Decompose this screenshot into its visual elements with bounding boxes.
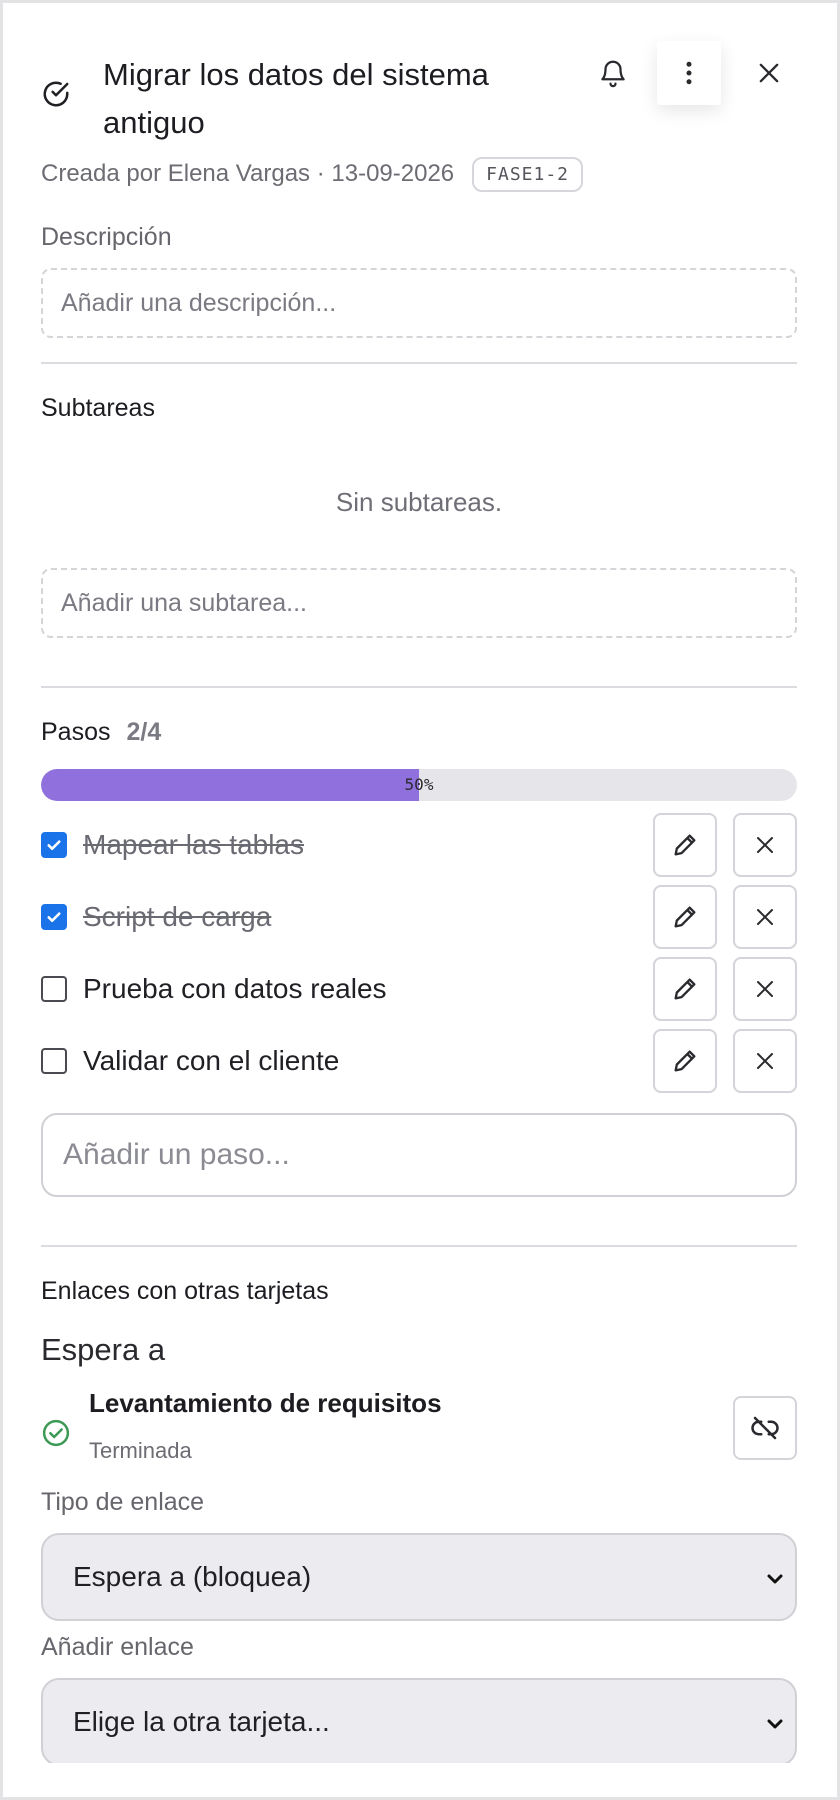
card-title[interactable]: Migrar los datos del sistema antiguo: [103, 51, 523, 147]
close-button[interactable]: [737, 41, 797, 105]
edit-step-button[interactable]: [653, 813, 717, 877]
step-checkbox[interactable]: [41, 976, 67, 1002]
step-checkbox[interactable]: [41, 904, 67, 930]
link-type-label: Tipo de enlace: [41, 1488, 205, 1516]
notifications-button[interactable]: [581, 41, 645, 105]
subtasks-empty-message: Sin subtareas.: [335, 487, 503, 517]
check-circle-icon[interactable]: [41, 79, 71, 109]
check-circle-icon: [42, 1419, 70, 1447]
link-group-title: Espera a: [41, 1332, 166, 1367]
delete-step-button[interactable]: [733, 1029, 797, 1093]
created-by-text: Creada por Elena Vargas · 13-09-2026: [41, 160, 455, 187]
subtasks-title: Subtareas: [41, 394, 155, 422]
step-label: Mapear las tablas: [83, 829, 305, 860]
step-row: Prueba con datos reales: [41, 953, 797, 1025]
step-checkbox[interactable]: [41, 832, 67, 858]
link-type-select[interactable]: Espera a (bloquea): [41, 1533, 797, 1621]
chevron-down-icon: [767, 1574, 783, 1584]
progress-label: 50%: [404, 775, 434, 794]
checkmark-icon: [47, 912, 61, 923]
add-subtask-placeholder: Añadir una subtarea...: [61, 588, 307, 617]
add-step-placeholder: Añadir un paso...: [63, 1138, 290, 1171]
steps-header: Pasos 2/4: [41, 718, 797, 747]
description-field[interactable]: Añadir una descripción...: [41, 268, 797, 338]
delete-step-button[interactable]: [733, 957, 797, 1021]
delete-step-button[interactable]: [733, 813, 797, 877]
x-icon: [757, 981, 773, 997]
step-row: Script de carga: [41, 881, 797, 953]
step-label: Prueba con datos reales: [83, 973, 387, 1004]
card-detail-panel: Migrar los datos del sistema antiguo Cre…: [41, 33, 797, 1763]
step-label: Validar con el cliente: [83, 1045, 340, 1076]
divider: [41, 362, 797, 364]
steps-progress-bar: 50%: [41, 769, 797, 801]
more-vertical-icon: [686, 61, 692, 85]
bell-icon: [601, 60, 625, 88]
unlink-button[interactable]: [733, 1396, 797, 1460]
linked-card-title[interactable]: Levantamiento de requisitos: [89, 1388, 442, 1419]
card-code-badge: FASE1-2: [472, 156, 584, 192]
add-link-select[interactable]: Elige la otra tarjeta...: [41, 1678, 797, 1763]
links-title: Enlaces con otras tarjetas: [41, 1277, 329, 1305]
step-label: Script de carga: [83, 901, 272, 932]
linked-card[interactable]: Levantamiento de requisitos Terminada: [41, 1384, 797, 1488]
steps-count: 2/4: [126, 718, 162, 746]
pencil-icon: [674, 834, 696, 856]
more-options-button[interactable]: [657, 41, 721, 105]
description-label: Descripción: [41, 223, 172, 251]
unlink-icon: [751, 1416, 779, 1440]
divider: [41, 1245, 797, 1247]
step-row: Mapear las tablas: [41, 809, 797, 881]
step-row: Validar con el cliente: [41, 1025, 797, 1097]
card-meta: Creada por Elena Vargas · 13-09-2026 FAS…: [41, 149, 797, 199]
x-icon: [757, 1053, 773, 1069]
pencil-icon: [674, 906, 696, 928]
chevron-down-icon: [767, 1719, 783, 1729]
add-subtask-field[interactable]: Añadir una subtarea...: [41, 568, 797, 638]
edit-step-button[interactable]: [653, 885, 717, 949]
checkmark-icon: [47, 840, 61, 851]
divider: [41, 686, 797, 688]
steps-title: Pasos: [41, 718, 111, 746]
edit-step-button[interactable]: [653, 1029, 717, 1093]
close-icon: [759, 63, 779, 83]
add-link-value: Elige la otra tarjeta...: [73, 1706, 330, 1737]
steps-list: Mapear las tablas Script de carga Prueba…: [41, 809, 797, 1097]
pencil-icon: [674, 1050, 696, 1072]
link-type-value: Espera a (bloquea): [73, 1561, 312, 1592]
pencil-icon: [674, 978, 696, 1000]
delete-step-button[interactable]: [733, 885, 797, 949]
x-icon: [757, 909, 773, 925]
add-step-input[interactable]: Añadir un paso...: [41, 1113, 797, 1197]
app-frame: Migrar los datos del sistema antiguo Cre…: [0, 0, 840, 1800]
linked-card-status: Terminada: [89, 1438, 192, 1463]
edit-step-button[interactable]: [653, 957, 717, 1021]
add-link-label: Añadir enlace: [41, 1633, 194, 1661]
card-header: Migrar los datos del sistema antiguo: [41, 33, 797, 163]
description-placeholder: Añadir una descripción...: [61, 288, 337, 317]
x-icon: [757, 837, 773, 853]
step-checkbox[interactable]: [41, 1048, 67, 1074]
